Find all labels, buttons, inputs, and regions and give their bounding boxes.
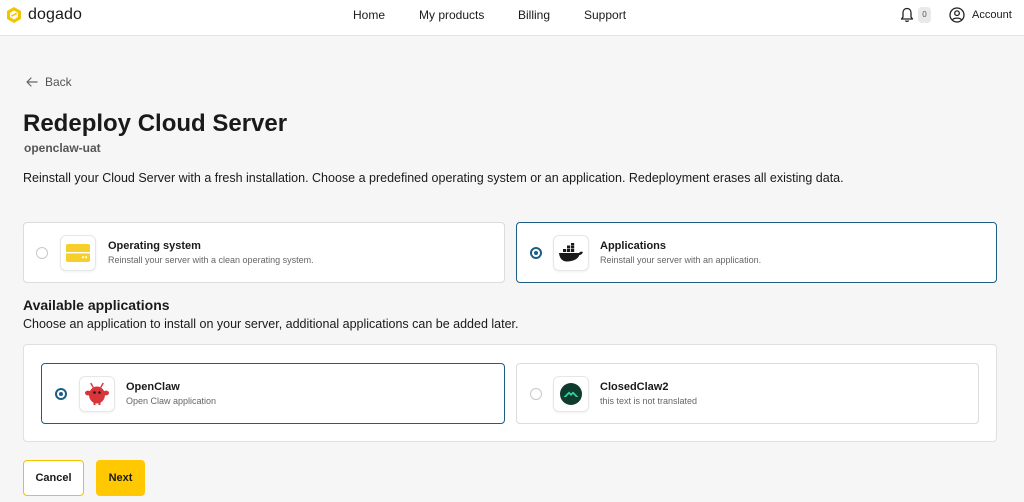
nav-support[interactable]: Support [584, 8, 626, 22]
docker-icon [559, 243, 583, 262]
notification-count-badge: 0 [918, 7, 931, 23]
docker-icon-box [553, 235, 589, 271]
option-subtitle: Reinstall your server with an applicatio… [600, 255, 762, 265]
logo-text: dogado [28, 6, 82, 23]
app-closedclaw2[interactable]: ClosedClaw2 this text is not translated [516, 363, 979, 424]
option-subtitle: Reinstall your server with a clean opera… [108, 255, 314, 265]
server-name: openclaw-uat [24, 141, 101, 155]
nav-billing[interactable]: Billing [518, 8, 550, 22]
radio-operating-system[interactable] [36, 247, 48, 259]
bell-icon[interactable] [900, 7, 914, 23]
next-button[interactable]: Next [96, 460, 145, 496]
option-title: Operating system [108, 240, 201, 252]
app-openclaw[interactable]: OpenClaw Open Claw application [41, 363, 505, 424]
top-navigation-bar: dogado Home My products Billing Support … [0, 0, 1024, 36]
option-applications[interactable]: Applications Reinstall your server with … [516, 222, 997, 283]
nav-home[interactable]: Home [353, 8, 385, 22]
closedclaw-icon [560, 383, 582, 405]
app-subtitle: Open Claw application [126, 396, 217, 406]
os-card-icon [66, 244, 90, 262]
page-title: Redeploy Cloud Server [23, 110, 288, 137]
closedclaw-icon-box [553, 376, 589, 412]
page-description: Reinstall your Cloud Server with a fresh… [23, 171, 844, 185]
back-link[interactable]: Back [25, 75, 72, 89]
logo[interactable]: dogado [6, 6, 82, 24]
user-circle-icon[interactable] [949, 7, 965, 23]
app-subtitle: this text is not translated [600, 396, 698, 406]
cancel-button[interactable]: Cancel [23, 460, 84, 496]
openclaw-icon [85, 382, 109, 405]
section-description: Choose an application to install on your… [23, 317, 519, 331]
app-title: OpenClaw [126, 381, 180, 393]
option-operating-system[interactable]: Operating system Reinstall your server w… [23, 222, 505, 283]
option-title: Applications [600, 240, 667, 252]
radio-applications[interactable] [530, 247, 542, 259]
app-title: ClosedClaw2 [600, 381, 669, 393]
radio-openclaw[interactable] [55, 388, 67, 400]
applications-panel: OpenClaw Open Claw application ClosedCla… [23, 344, 997, 442]
section-title: Available applications [23, 297, 170, 313]
nav-my-products[interactable]: My products [419, 8, 484, 22]
radio-closedclaw2[interactable] [530, 388, 542, 400]
arrow-left-icon [26, 77, 38, 87]
os-card-icon-box [60, 235, 96, 271]
dogado-logo-icon [7, 7, 21, 23]
openclaw-icon-box [79, 376, 115, 412]
account-link[interactable]: Account [972, 9, 1012, 21]
back-label: Back [45, 75, 72, 89]
